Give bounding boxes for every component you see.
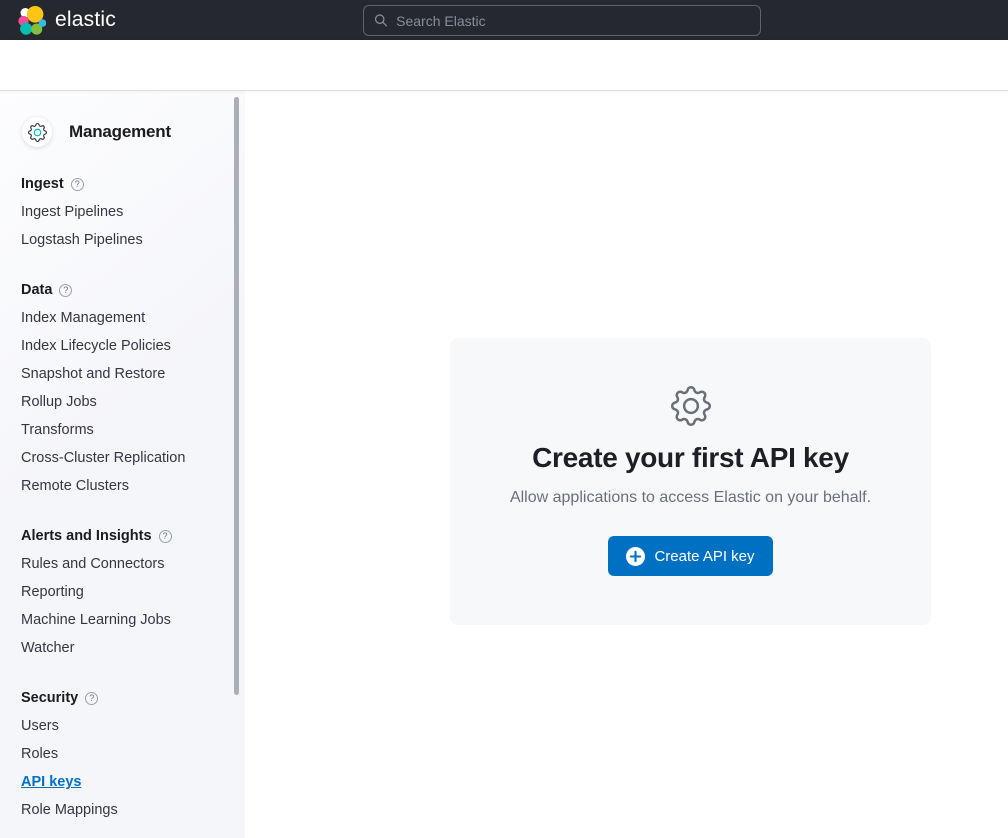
- section-label: Ingest: [21, 176, 64, 192]
- sidebar-item-snapshot-and-restore[interactable]: Snapshot and Restore: [0, 360, 245, 388]
- section-alerts-and-insights: Alerts and Insights ? Rules and Connecto…: [0, 522, 245, 662]
- management-sidebar: Management Ingest ? Ingest Pipelines Log…: [0, 91, 245, 838]
- sidebar-item-logstash-pipelines[interactable]: Logstash Pipelines: [0, 226, 245, 254]
- section-data: Data ? Index Management Index Lifecycle …: [0, 276, 245, 500]
- elastic-logo[interactable]: elastic: [17, 0, 116, 40]
- sidebar-item-users[interactable]: Users: [0, 712, 245, 740]
- create-api-key-button[interactable]: Create API key: [608, 536, 772, 576]
- sidebar-item-reporting[interactable]: Reporting: [0, 578, 245, 606]
- section-alerts-header: Alerts and Insights ?: [0, 522, 245, 550]
- breadcrumb-bar: [0, 40, 1008, 91]
- gear-icon: [671, 386, 711, 426]
- sidebar-item-remote-clusters[interactable]: Remote Clusters: [0, 472, 245, 500]
- empty-state-title: Create your first API key: [532, 442, 849, 474]
- sidebar-title: Management: [69, 122, 171, 142]
- empty-state-subtitle: Allow applications to access Elastic on …: [510, 489, 871, 507]
- sidebar-header: Management: [0, 117, 245, 147]
- sidebar-item-rollup-jobs[interactable]: Rollup Jobs: [0, 388, 245, 416]
- plus-circle-icon: [626, 547, 645, 566]
- sidebar-item-role-mappings[interactable]: Role Mappings: [0, 796, 245, 824]
- sidebar-item-machine-learning-jobs[interactable]: Machine Learning Jobs: [0, 606, 245, 634]
- search-input[interactable]: [396, 13, 750, 29]
- help-icon[interactable]: ?: [159, 530, 172, 543]
- sidebar-item-cross-cluster-replication[interactable]: Cross-Cluster Replication: [0, 444, 245, 472]
- help-icon[interactable]: ?: [71, 178, 84, 191]
- brand-name: elastic: [55, 8, 116, 32]
- management-gear-icon: [22, 117, 52, 147]
- sidebar-item-transforms[interactable]: Transforms: [0, 416, 245, 444]
- section-ingest: Ingest ? Ingest Pipelines Logstash Pipel…: [0, 170, 245, 254]
- sidebar-scrollbar[interactable]: [234, 97, 239, 695]
- section-ingest-header: Ingest ?: [0, 170, 245, 198]
- search-icon: [374, 13, 388, 28]
- sidebar-item-index-lifecycle-policies[interactable]: Index Lifecycle Policies: [0, 332, 245, 360]
- section-security-header: Security ?: [0, 684, 245, 712]
- elastic-logo-icon: [17, 6, 46, 35]
- sidebar-item-api-keys[interactable]: API keys: [0, 768, 245, 796]
- section-security: Security ? Users Roles API keys Role Map…: [0, 684, 245, 824]
- help-icon[interactable]: ?: [59, 284, 72, 297]
- section-label: Alerts and Insights: [21, 528, 152, 544]
- sidebar-item-rules-and-connectors[interactable]: Rules and Connectors: [0, 550, 245, 578]
- create-api-key-label: Create API key: [654, 548, 754, 565]
- section-label: Data: [21, 282, 52, 298]
- sidebar-item-roles[interactable]: Roles: [0, 740, 245, 768]
- global-search[interactable]: [363, 5, 761, 36]
- help-icon[interactable]: ?: [85, 692, 98, 705]
- section-label: Security: [21, 690, 78, 706]
- sidebar-item-watcher[interactable]: Watcher: [0, 634, 245, 662]
- sidebar-item-ingest-pipelines[interactable]: Ingest Pipelines: [0, 198, 245, 226]
- api-keys-empty-state-panel: Create your first API key Allow applicat…: [450, 338, 931, 625]
- section-data-header: Data ?: [0, 276, 245, 304]
- sidebar-nav: Ingest ? Ingest Pipelines Logstash Pipel…: [0, 170, 245, 824]
- top-app-bar: elastic: [0, 0, 1008, 40]
- sidebar-item-index-management[interactable]: Index Management: [0, 304, 245, 332]
